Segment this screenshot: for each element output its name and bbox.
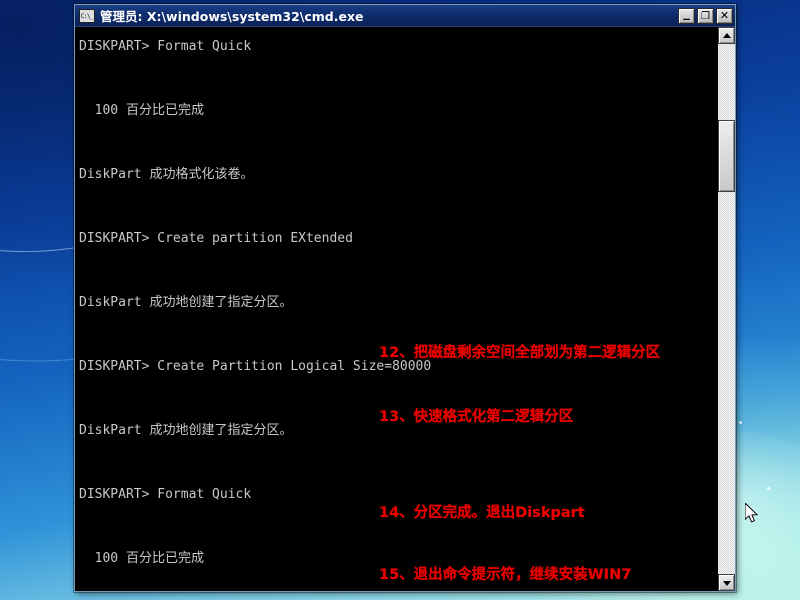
chevron-up-icon (722, 32, 731, 38)
console-line-text: DISKPART> Create partition EXtended (79, 231, 353, 246)
console-line-text (79, 391, 87, 406)
console-line-text (79, 199, 87, 214)
console-line (79, 127, 717, 159)
console-output[interactable]: DISKPART> Format Quick 100 百分比已完成 DiskPa… (75, 27, 717, 591)
console-line (79, 319, 717, 351)
console-line: 100 百分比已完成 (79, 543, 717, 575)
console-line: DISKPART> Format Quick (79, 31, 717, 63)
maximize-button[interactable]: ❐ (697, 7, 714, 24)
scroll-up-button[interactable] (718, 27, 735, 44)
console-line-text (79, 135, 87, 150)
console-line-text (79, 583, 87, 591)
console-line-text: 100 百分比已完成 (79, 103, 204, 118)
mouse-cursor (745, 503, 759, 523)
console-line-text (79, 263, 87, 278)
console-line (79, 255, 717, 287)
console-line (79, 447, 717, 479)
window-title-bar[interactable]: C:\_ 管理员: X:\windows\system32\cmd.exe _ … (75, 5, 735, 27)
vertical-scrollbar[interactable] (717, 27, 735, 591)
scroll-down-button[interactable] (718, 574, 735, 591)
console-line-text: DISKPART> Format Quick (79, 39, 252, 54)
console-line-text: DiskPart 成功格式化该卷。 (79, 167, 254, 182)
chevron-down-icon (722, 580, 731, 586)
wallpaper-sparkle (767, 487, 770, 490)
console-line-text (79, 71, 87, 86)
desktop[interactable]: C:\_ 管理员: X:\windows\system32\cmd.exe _ … (0, 0, 800, 600)
console-line: DISKPART> Format Quick (79, 479, 717, 511)
console-line-text (79, 327, 87, 342)
console-line-text (79, 455, 87, 470)
console-line (79, 575, 717, 591)
wallpaper-sparkle (739, 421, 742, 424)
console-line-text: DiskPart 成功地创建了指定分区。 (79, 423, 293, 438)
console-line-text (79, 519, 87, 534)
cmd-console-window[interactable]: C:\_ 管理员: X:\windows\system32\cmd.exe _ … (74, 4, 736, 592)
console-line: DISKPART> Create partition EXtended (79, 223, 717, 255)
console-line-text: DISKPART> Format Quick (79, 487, 252, 502)
console-line (79, 383, 717, 415)
window-controls: _ ❐ ✕ (678, 5, 733, 24)
console-line: DISKPART> Create Partition Logical Size=… (79, 351, 717, 383)
cmd-console-icon: C:\_ (79, 8, 95, 23)
console-line (79, 511, 717, 543)
console-line: 100 百分比已完成 (79, 95, 717, 127)
console-line: DiskPart 成功地创建了指定分区。 (79, 415, 717, 447)
maximize-icon: ❐ (701, 10, 710, 22)
console-line: DiskPart 成功地创建了指定分区。 (79, 287, 717, 319)
console-line (79, 63, 717, 95)
console-line-text: DISKPART> Create Partition Logical Size=… (79, 359, 432, 374)
close-icon: ✕ (719, 8, 730, 22)
console-line-text: DiskPart 成功地创建了指定分区。 (79, 295, 293, 310)
window-title: 管理员: X:\windows\system32\cmd.exe (100, 9, 364, 24)
close-button[interactable]: ✕ (716, 7, 733, 24)
scrollbar-thumb[interactable] (718, 120, 735, 192)
minimize-icon: _ (683, 5, 690, 21)
console-line (79, 191, 717, 223)
minimize-button[interactable]: _ (678, 5, 695, 24)
console-line-text: 100 百分比已完成 (79, 551, 204, 566)
console-area[interactable]: DISKPART> Format Quick 100 百分比已完成 DiskPa… (75, 27, 735, 591)
console-line: DiskPart 成功格式化该卷。 (79, 159, 717, 191)
